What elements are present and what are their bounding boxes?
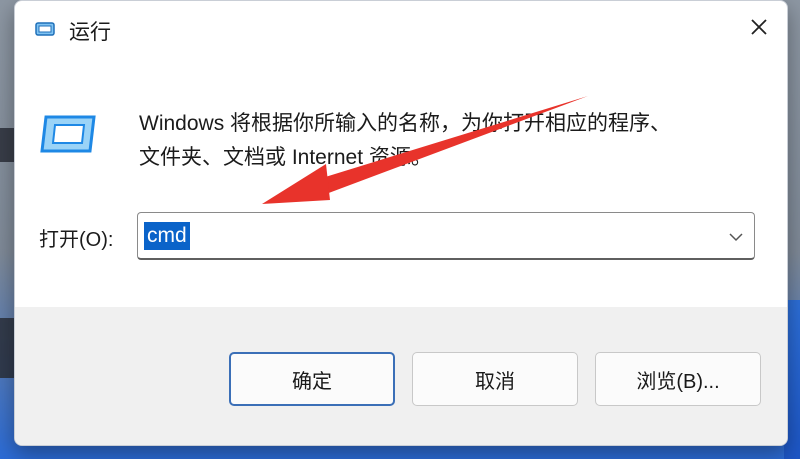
desktop-fragment	[0, 128, 14, 162]
desktop-fragment	[0, 318, 14, 378]
ok-button[interactable]: 确定	[229, 352, 395, 406]
run-dialog-icon	[35, 22, 55, 36]
close-button[interactable]	[737, 9, 781, 49]
browse-button[interactable]: 浏览(B)...	[595, 352, 761, 406]
close-icon	[749, 17, 769, 42]
run-dialog-icon	[40, 115, 96, 153]
run-dialog: 运行 Windows 将根据你所输入的名称，为你打开相应的程序、 文件夹、文档或…	[14, 0, 788, 446]
open-label: 打开(O):	[39, 229, 114, 251]
open-combobox[interactable]: cmd	[137, 212, 755, 260]
description-text: Windows 将根据你所输入的名称，为你打开相应的程序、 文件夹、文档或 In…	[139, 107, 749, 175]
cancel-button[interactable]: 取消	[412, 352, 578, 406]
button-bar: 确定 取消 浏览(B)...	[15, 307, 787, 445]
chevron-down-icon[interactable]	[726, 227, 746, 247]
description-line-2: 文件夹、文档或 Internet 资源。	[139, 146, 432, 169]
open-input[interactable]: cmd	[144, 222, 190, 250]
title-bar[interactable]: 运行	[15, 1, 787, 59]
description-line-1: Windows 将根据你所输入的名称，为你打开相应的程序、	[139, 112, 672, 135]
window-title: 运行	[69, 21, 111, 44]
